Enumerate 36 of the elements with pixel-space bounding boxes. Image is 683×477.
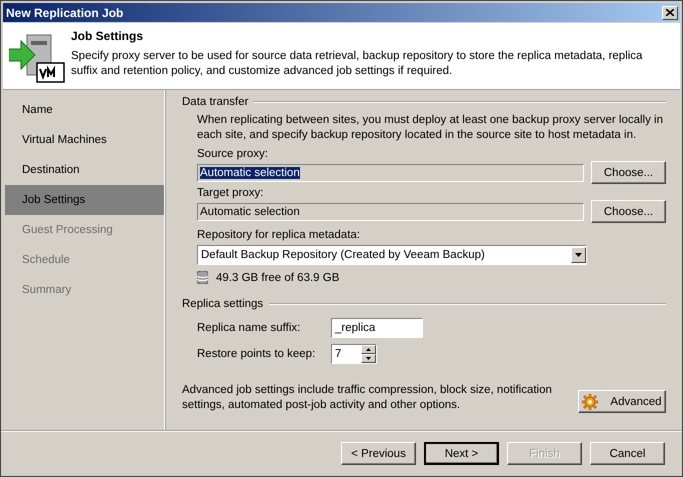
sidebar-item[interactable]: Destination — [5, 155, 164, 185]
page-description: Specify proxy server to be used for source data retrieval, backup repository to store the replica metadata, replica suffix and retention policy, and customize advanced job settings if required. — [71, 49, 644, 79]
up-arrow-icon — [366, 348, 371, 351]
field-label: Target proxy: — [197, 186, 264, 200]
suffix-field[interactable]: _replica — [331, 318, 423, 338]
server-vm-icon — [9, 33, 65, 83]
info-text: When replicating between sites, you must deploy at least one backup proxy server locally in each site, and specify backup repository located in the source site to host metadata in. — [197, 113, 664, 143]
page-title: Job Settings — [71, 29, 144, 43]
advanced-button[interactable]: Advanced — [578, 390, 666, 413]
choose-button[interactable]: Choose... — [591, 161, 666, 184]
dialog-button[interactable]: Cancel — [590, 442, 665, 465]
group-title: Data transfer — [182, 96, 248, 108]
window-title: New Replication Job — [6, 6, 124, 20]
field-label: Source proxy: — [197, 147, 269, 161]
caret-icon — [575, 253, 582, 257]
database-icon — [197, 271, 208, 284]
close-button[interactable] — [662, 6, 678, 20]
proxy-field[interactable]: Automatic selection — [197, 202, 584, 220]
sidebar-item[interactable]: Virtual Machines — [5, 125, 164, 155]
field-label: Replica name suffix: — [197, 322, 302, 334]
field-label: Restore points to keep: — [197, 348, 316, 360]
down-arrow-icon — [366, 357, 371, 360]
repository-dropdown[interactable]: Default Backup Repository (Created by Veeam Backup) — [197, 245, 587, 265]
close-icon — [666, 9, 674, 16]
dialog-button[interactable]: Next > — [424, 442, 499, 465]
choose-button[interactable]: Choose... — [591, 200, 666, 223]
restore-points-spinner[interactable]: 7 — [331, 344, 377, 364]
group-title: Replica settings — [182, 298, 264, 310]
advanced-info-text: Advanced job settings include traffic compression, block size, notification settings, automated post-job activity and other options. — [182, 382, 552, 412]
field-label: Repository for replica metadata: — [197, 228, 361, 242]
gear-icon — [582, 394, 598, 410]
sidebar-item[interactable]: Job Settings — [5, 185, 164, 215]
dialog-button[interactable]: < Previous — [341, 442, 416, 465]
proxy-field[interactable]: Automatic selection — [197, 164, 584, 182]
free-space-text: 49.3 GB free of 63.9 GB — [216, 272, 340, 284]
sidebar-item[interactable]: Name — [5, 95, 164, 125]
